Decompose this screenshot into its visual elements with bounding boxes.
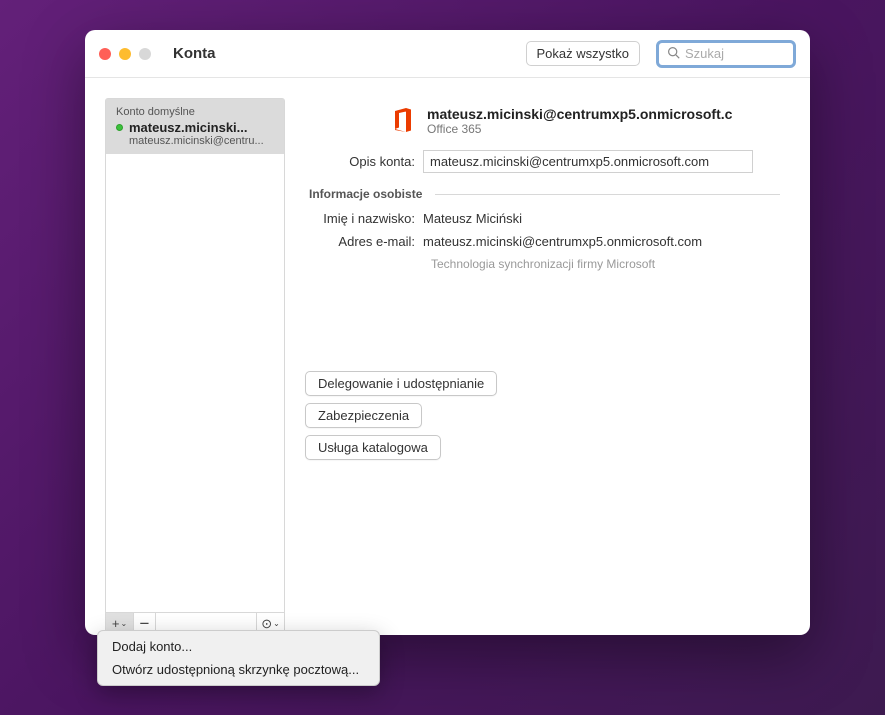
header-subtitle: Office 365: [427, 122, 732, 136]
close-window-button[interactable]: [99, 48, 111, 60]
account-email: mateusz.micinski@centru...: [129, 135, 274, 147]
chevron-down-icon: ⌄: [273, 619, 280, 628]
email-label: Adres e-mail:: [299, 234, 423, 249]
account-item[interactable]: Konto domyślne mateusz.micinski... mateu…: [106, 99, 284, 154]
minimize-window-button[interactable]: [119, 48, 131, 60]
titlebar: Konta Pokaż wszystko: [85, 30, 810, 78]
directory-service-button[interactable]: Usługa katalogowa: [305, 435, 441, 460]
personal-info-section: Informacje osobiste: [309, 187, 790, 201]
search-box[interactable]: [656, 40, 796, 68]
accounts-window: Konta Pokaż wszystko Konto domyślne mate…: [85, 30, 810, 635]
email-value: mateusz.micinski@centrumxp5.onmicrosoft.…: [423, 234, 702, 249]
sync-technology-note: Technologia synchronizacji firmy Microso…: [431, 257, 790, 271]
fullname-value: Mateusz Miciński: [423, 211, 522, 226]
description-input[interactable]: [423, 150, 753, 173]
email-row: Adres e-mail: mateusz.micinski@centrumxp…: [299, 234, 790, 249]
content-area: Konto domyślne mateusz.micinski... mateu…: [85, 78, 810, 635]
search-icon: [667, 46, 680, 62]
delegation-button[interactable]: Delegowanie i udostępnianie: [305, 371, 497, 396]
account-row: mateusz.micinski...: [116, 120, 274, 135]
security-button[interactable]: Zabezpieczenia: [305, 403, 422, 428]
fullname-row: Imię i nazwisko: Mateusz Miciński: [299, 211, 790, 226]
plus-icon: +: [112, 616, 120, 631]
account-header: mateusz.micinski@centrumxp5.onmicrosoft.…: [389, 106, 790, 136]
account-header-text: mateusz.micinski@centrumxp5.onmicrosoft.…: [427, 106, 732, 136]
show-all-button[interactable]: Pokaż wszystko: [526, 41, 640, 66]
chevron-down-icon: ⌄: [120, 619, 127, 628]
default-account-label: Konto domyślne: [116, 106, 274, 118]
search-input[interactable]: [685, 46, 785, 61]
accounts-list: Konto domyślne mateusz.micinski... mateu…: [106, 99, 284, 612]
divider: [435, 194, 780, 195]
status-dot-icon: [116, 124, 123, 131]
account-details: mateusz.micinski@centrumxp5.onmicrosoft.…: [299, 98, 790, 635]
zoom-window-button[interactable]: [139, 48, 151, 60]
fullname-label: Imię i nazwisko:: [299, 211, 423, 226]
section-title: Informacje osobiste: [309, 187, 422, 201]
account-name: mateusz.micinski...: [129, 120, 248, 135]
description-row: Opis konta:: [299, 150, 790, 173]
open-shared-mailbox-menu-item[interactable]: Otwórz udostępnioną skrzynkę pocztową...: [98, 658, 379, 681]
action-buttons: Delegowanie i udostępnianie Zabezpieczen…: [305, 371, 790, 460]
traffic-lights: [99, 48, 151, 60]
accounts-sidebar: Konto domyślne mateusz.micinski... mateu…: [105, 98, 285, 635]
add-account-menu: Dodaj konto... Otwórz udostępnioną skrzy…: [97, 630, 380, 686]
add-account-menu-item[interactable]: Dodaj konto...: [98, 635, 379, 658]
header-email: mateusz.micinski@centrumxp5.onmicrosoft.…: [427, 106, 732, 122]
window-title: Konta: [173, 45, 518, 62]
office-365-icon: [389, 106, 417, 134]
description-label: Opis konta:: [299, 154, 423, 169]
